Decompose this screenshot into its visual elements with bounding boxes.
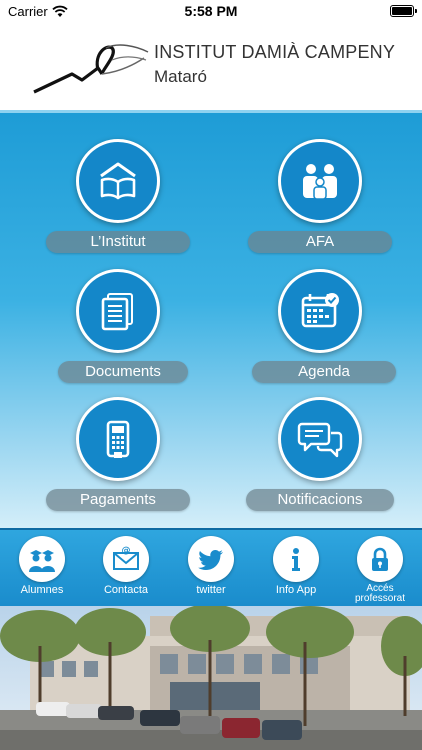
chat-bubbles-icon bbox=[278, 397, 362, 481]
menu-item-agenda[interactable]: Agenda bbox=[250, 269, 396, 387]
toolbar-label: Contacta bbox=[103, 584, 149, 596]
status-bar: Carrier 5:58 PM bbox=[0, 0, 422, 24]
card-terminal-icon bbox=[76, 397, 160, 481]
twitter-icon bbox=[188, 536, 234, 582]
toolbar-label: Info App bbox=[275, 584, 317, 596]
battery-icon bbox=[390, 5, 417, 17]
menu-item-pagaments[interactable]: Pagaments bbox=[46, 397, 190, 515]
info-icon bbox=[273, 536, 319, 582]
calendar-icon bbox=[278, 269, 362, 353]
family-icon bbox=[278, 139, 362, 223]
book-house-icon bbox=[76, 139, 160, 223]
school-logo bbox=[33, 44, 149, 94]
clock: 5:58 PM bbox=[184, 3, 238, 19]
toolbar-item-contacta[interactable]: @ Contacta bbox=[84, 536, 168, 606]
toolbar-label: Alumnes bbox=[20, 584, 64, 596]
menu-label: Pagaments bbox=[46, 489, 190, 511]
menu-item-notificacions[interactable]: Notificacions bbox=[246, 397, 394, 515]
school-name: INSTITUT DAMIÀ CAMPENY bbox=[154, 42, 396, 62]
school-city: Mataró bbox=[154, 67, 207, 86]
mail-icon: @ bbox=[103, 536, 149, 582]
bottom-toolbar: Alumnes @ Contacta twitter Info App Accé… bbox=[0, 528, 422, 606]
toolbar-label: Accés professorat bbox=[354, 583, 406, 604]
menu-label: Documents bbox=[58, 361, 188, 383]
students-icon bbox=[19, 536, 65, 582]
menu-item-institut[interactable]: L’Institut bbox=[46, 139, 190, 257]
toolbar-item-twitter[interactable]: twitter bbox=[169, 536, 253, 606]
svg-text:@: @ bbox=[122, 546, 131, 556]
school-photo bbox=[0, 606, 422, 750]
toolbar-item-acces-professorat[interactable]: Accés professorat bbox=[338, 536, 422, 606]
menu-item-documents[interactable]: Documents bbox=[48, 269, 188, 387]
toolbar-label: twitter bbox=[196, 584, 226, 596]
toolbar-item-alumnes[interactable]: Alumnes bbox=[0, 536, 84, 606]
menu-label: Agenda bbox=[252, 361, 396, 383]
documents-icon bbox=[76, 269, 160, 353]
toolbar-item-info-app[interactable]: Info App bbox=[254, 536, 338, 606]
menu-label: L’Institut bbox=[46, 231, 190, 253]
lock-icon bbox=[357, 536, 403, 582]
menu-label: AFA bbox=[248, 231, 392, 253]
main-menu: L’Institut AFA Documents Agenda Pagament… bbox=[0, 110, 422, 528]
app-header: INSTITUT DAMIÀ CAMPENY Mataró bbox=[0, 24, 422, 110]
menu-item-afa[interactable]: AFA bbox=[248, 139, 392, 257]
menu-label: Notificacions bbox=[246, 489, 394, 511]
